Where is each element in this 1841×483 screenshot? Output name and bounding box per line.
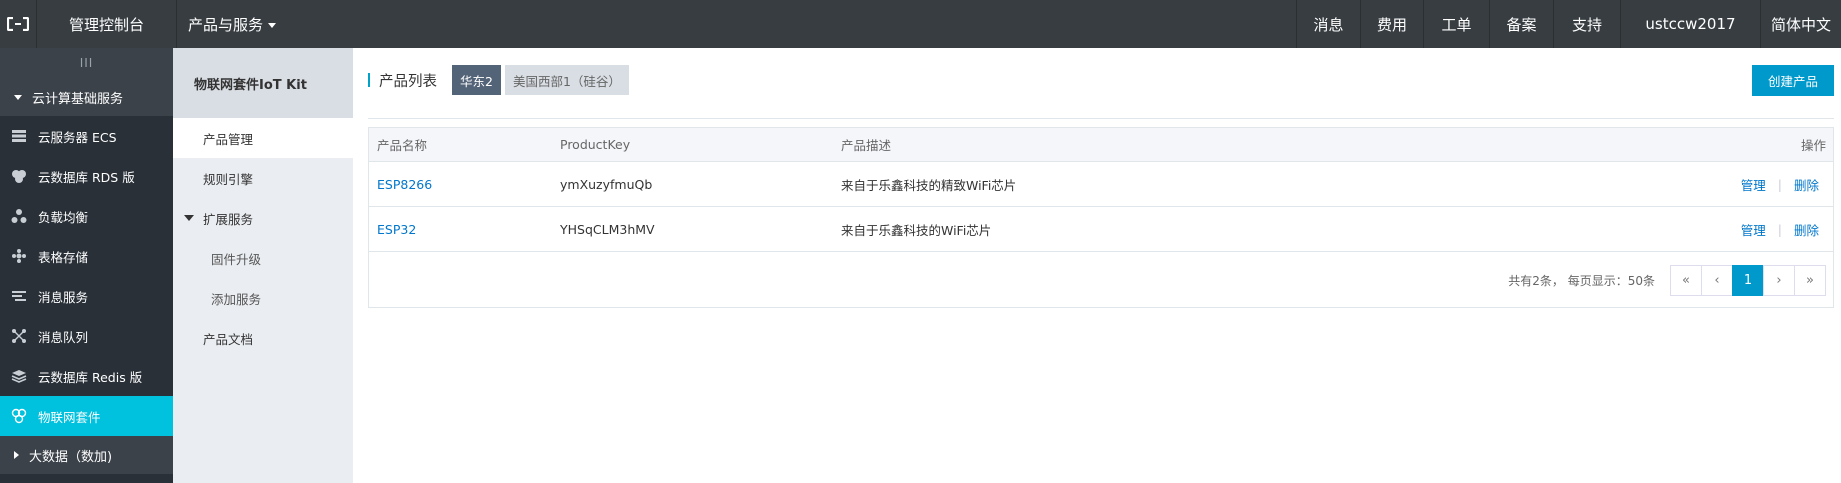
sidebar-item-slb[interactable]: 负载均衡: [0, 196, 173, 236]
sidebar-group-cloud-computing[interactable]: 云计算基础服务: [0, 78, 173, 116]
products-services-menu[interactable]: 产品与服务: [177, 0, 287, 48]
sidebar-group-label: 云计算基础服务: [32, 91, 124, 107]
nav-user-account[interactable]: ustccw2017: [1620, 0, 1760, 48]
database-icon: [10, 167, 28, 185]
product-key: YHSqCLM3hMV: [560, 221, 655, 237]
sidebar-item-iot-kit[interactable]: 物联网套件: [0, 396, 173, 436]
product-description: 来自于乐鑫科技的WiFi芯片: [841, 222, 992, 238]
page-title: 产品列表: [379, 73, 437, 90]
products-services-label: 产品与服务: [187, 15, 263, 34]
message-queue-icon: [10, 327, 28, 345]
subnav-item-product-management[interactable]: 产品管理: [173, 118, 353, 158]
create-product-button[interactable]: 创建产品: [1752, 65, 1834, 96]
region-tab-us-west-1[interactable]: 美国西部1（硅谷）: [504, 65, 629, 95]
caret-down-icon: [184, 215, 194, 221]
sidebar-item-label: 云数据库 Redis 版: [38, 369, 143, 385]
sidebar-item-mns[interactable]: 消息服务: [0, 276, 173, 316]
pagination-summary: 共有2条， 每页显示：50条: [1508, 274, 1655, 288]
sidebar-item-label: 负载均衡: [38, 209, 89, 225]
action-separator: |: [1777, 221, 1782, 237]
chevron-down-icon: [268, 22, 276, 28]
product-key: ymXuzyfmuQb: [560, 176, 653, 192]
sidebar-item-rds[interactable]: 云数据库 RDS 版: [0, 156, 173, 196]
caret-right-icon: [14, 451, 19, 459]
product-description: 来自于乐鑫科技的精致WiFi芯片: [841, 177, 1017, 193]
sidebar-item-redis[interactable]: 云数据库 Redis 版: [0, 356, 173, 396]
action-separator: |: [1777, 176, 1782, 192]
load-balancer-icon: [10, 207, 28, 225]
region-tab-east-china-2[interactable]: 华东2: [452, 65, 501, 95]
message-service-icon: [10, 287, 28, 305]
subnav-item-firmware-upgrade[interactable]: 固件升级: [173, 238, 353, 278]
server-icon: [10, 127, 28, 145]
row-actions: 管理 | 删除: [1741, 220, 1819, 239]
top-navigation-bar: 管理控制台 产品与服务 消息 费用 工单 备案 支持 ustccw2017 简体…: [0, 0, 1841, 48]
sidebar-item-label: 云数据库 RDS 版: [38, 169, 135, 185]
iot-icon: [10, 407, 28, 425]
page-header: 产品列表 华东2 美国西部1（硅谷）: [368, 65, 633, 95]
aliyun-logo-icon[interactable]: [0, 0, 37, 48]
delete-link[interactable]: 删除: [1794, 220, 1819, 239]
sidebar-item-label: 表格存储: [38, 249, 89, 265]
nav-tickets[interactable]: 工单: [1423, 0, 1489, 48]
sidebar-item-label: 物联网套件: [38, 409, 101, 425]
delete-link[interactable]: 删除: [1794, 175, 1819, 194]
subnav-item-rules-engine[interactable]: 规则引擎: [173, 158, 353, 198]
subnav-item-add-service[interactable]: 添加服务: [173, 278, 353, 318]
column-header-productkey: ProductKey: [560, 137, 631, 152]
sidebar-collapse-toggle[interactable]: III: [0, 48, 173, 78]
sidebar-item-label: 消息服务: [38, 289, 89, 305]
pagination: 共有2条， 每页显示：50条 « ‹ 1 › »: [1508, 265, 1826, 296]
subnav-group-extensions[interactable]: 扩展服务: [173, 198, 353, 238]
table-row: ESP8266 ymXuzyfmuQb 来自于乐鑫科技的精致WiFi芯片 管理 …: [369, 162, 1833, 207]
next-page-button[interactable]: ›: [1763, 265, 1795, 296]
nav-icp-filing[interactable]: 备案: [1489, 0, 1553, 48]
console-home-link[interactable]: 管理控制台: [37, 0, 177, 48]
column-header-name: 产品名称: [377, 138, 428, 153]
sidebar-item-table-store[interactable]: 表格存储: [0, 236, 173, 276]
sidebar-item-label: 消息队列: [38, 329, 89, 345]
table-row: ESP32 YHSqCLM3hMV 来自于乐鑫科技的WiFi芯片 管理 | 删除: [369, 207, 1833, 252]
caret-down-icon: [14, 94, 22, 100]
nav-support[interactable]: 支持: [1553, 0, 1620, 48]
first-page-button[interactable]: «: [1670, 265, 1702, 296]
title-accent-bar: [368, 73, 370, 87]
row-actions: 管理 | 删除: [1741, 175, 1819, 194]
subnav-group-label: 扩展服务: [203, 211, 254, 227]
table-footer: 共有2条， 每页显示：50条 « ‹ 1 › »: [369, 252, 1833, 308]
sidebar-group-big-data[interactable]: 大数据（数加): [0, 436, 173, 474]
product-table: 产品名称 ProductKey 产品描述 操作 ESP8266 ymXuzyfm…: [368, 127, 1834, 308]
subnav-title: 物联网套件IoT Kit: [173, 48, 353, 118]
product-name-link[interactable]: ESP32: [377, 222, 416, 237]
subnav-item-product-docs[interactable]: 产品文档: [173, 318, 353, 358]
table-header: 产品名称 ProductKey 产品描述 操作: [369, 128, 1833, 162]
column-header-description: 产品描述: [841, 138, 892, 153]
sidebar-group-label: 大数据（数加): [29, 449, 113, 465]
secondary-sidebar: 物联网套件IoT Kit 产品管理 规则引擎 扩展服务 固件升级 添加服务 产品…: [173, 48, 353, 483]
nav-messages[interactable]: 消息: [1296, 0, 1360, 48]
main-sidebar: III 云计算基础服务 云服务器 ECS 云数据库 RDS 版 负载均衡 表格存…: [0, 48, 173, 483]
nav-billing[interactable]: 费用: [1360, 0, 1423, 48]
sidebar-item-ecs[interactable]: 云服务器 ECS: [0, 116, 173, 156]
nav-language[interactable]: 简体中文: [1760, 0, 1841, 48]
main-content: 产品列表 华东2 美国西部1（硅谷） 创建产品 产品名称 ProductKey …: [353, 48, 1841, 483]
last-page-button[interactable]: »: [1794, 265, 1826, 296]
divider: [368, 118, 1834, 119]
column-header-actions: 操作: [1800, 138, 1826, 153]
prev-page-button[interactable]: ‹: [1701, 265, 1733, 296]
manage-link[interactable]: 管理: [1741, 220, 1766, 239]
page-number-button[interactable]: 1: [1732, 265, 1764, 296]
redis-icon: [10, 367, 28, 385]
sidebar-item-mq[interactable]: 消息队列: [0, 316, 173, 356]
product-name-link[interactable]: ESP8266: [377, 177, 432, 192]
manage-link[interactable]: 管理: [1741, 175, 1766, 194]
sidebar-item-label: 云服务器 ECS: [38, 129, 117, 145]
table-storage-icon: [10, 247, 28, 265]
